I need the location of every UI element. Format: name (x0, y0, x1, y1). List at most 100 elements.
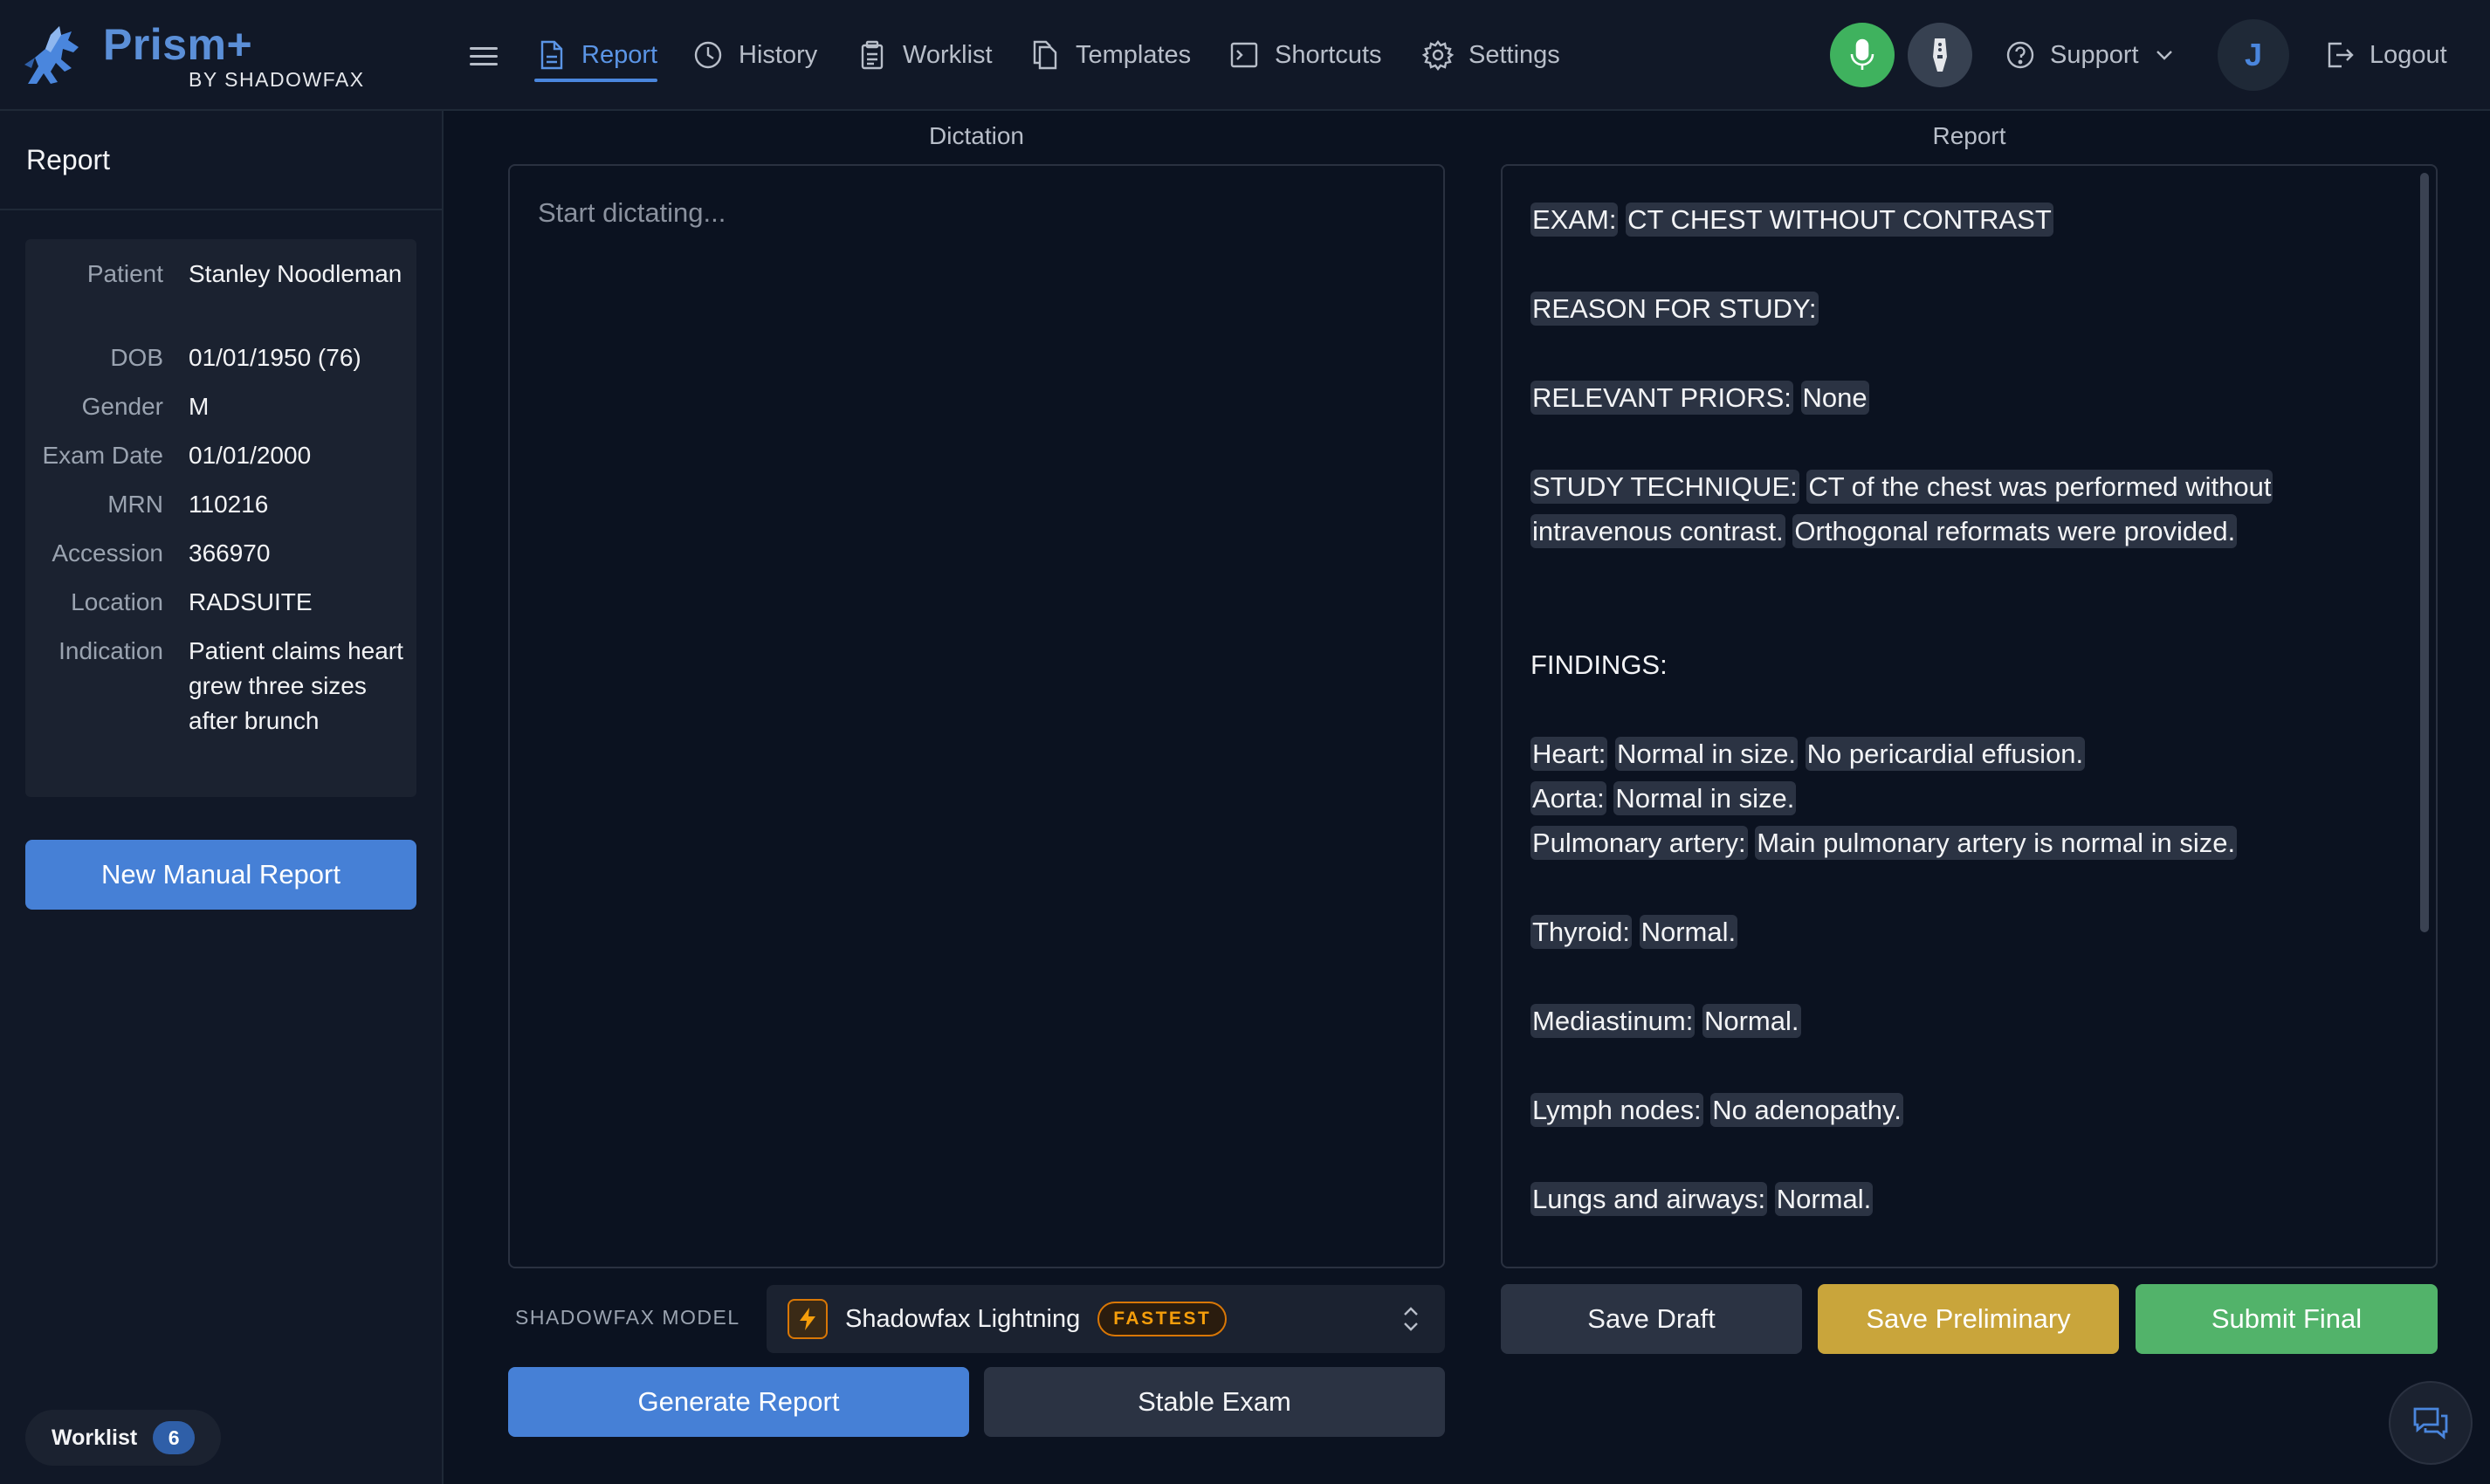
nav-worklist-label: Worklist (903, 40, 993, 69)
stable-exam-button[interactable]: Stable Exam (984, 1367, 1445, 1437)
submit-final-button[interactable]: Submit Final (2136, 1284, 2438, 1354)
report-line-exam: EXAM: CT CHEST WITHOUT CONTRAST (1530, 197, 2404, 242)
report-line-reason: REASON FOR STUDY: (1530, 286, 2404, 331)
aorta-value[interactable]: Normal in size. (1613, 781, 1797, 815)
report-line-lungs: Lungs and airways: Normal. (1530, 1177, 2404, 1221)
dob-value: 01/01/1950 (76) (189, 344, 361, 371)
lungs-label[interactable]: Lungs and airways: (1530, 1182, 1768, 1216)
model-select[interactable]: Shadowfax Lightning FASTEST (767, 1285, 1445, 1353)
device-button[interactable] (1908, 23, 1972, 87)
heart-value-a[interactable]: Normal in size. (1615, 737, 1799, 771)
dictation-textarea[interactable]: Start dictating... (508, 164, 1445, 1268)
menu-icon[interactable] (466, 38, 501, 73)
support-menu[interactable]: Support (2005, 31, 2176, 79)
report-scrollbar[interactable] (2420, 173, 2429, 932)
chevron-up-down-icon (1404, 1307, 1418, 1331)
technique-value-a[interactable]: CT of the chest was performed without (1806, 470, 2273, 504)
findings-label: FINDINGS: (1530, 649, 1668, 680)
report-line-thyroid: Thyroid: Normal. (1530, 910, 2404, 954)
report-line-pulmonary-artery: Pulmonary artery: Main pulmonary artery … (1530, 821, 2404, 865)
thyroid-value[interactable]: Normal. (1639, 915, 1738, 949)
clock-icon (694, 41, 722, 69)
gender-label: Gender (81, 393, 163, 420)
mediastinum-label[interactable]: Mediastinum: (1530, 1004, 1696, 1038)
indication-label: Indication (58, 637, 163, 664)
pulmonary-artery-label[interactable]: Pulmonary artery: (1530, 826, 1748, 860)
horse-logo-icon (24, 26, 79, 84)
patient-info-card: Patient Stanley Noodleman DOB 01/01/1950… (25, 239, 416, 797)
location-label: Location (71, 588, 163, 615)
save-preliminary-button[interactable]: Save Preliminary (1818, 1284, 2119, 1354)
report-line-findings: FINDINGS: (1530, 642, 2404, 687)
sidebar: Report Patient Stanley Noodleman DOB 01/… (0, 111, 444, 1484)
nav-report[interactable]: Report (534, 31, 658, 82)
nav-shortcuts[interactable]: Shortcuts (1228, 31, 1382, 79)
worklist-count-badge: 6 (153, 1421, 196, 1454)
technique-label[interactable]: STUDY TECHNIQUE: (1530, 470, 1799, 504)
dob-label: DOB (110, 344, 163, 371)
report-line-lymph-nodes: Lymph nodes: No adenopathy. (1530, 1088, 2404, 1132)
model-name: Shadowfax Lightning (845, 1304, 1081, 1333)
logout-button[interactable]: Logout (2324, 31, 2447, 79)
report-line-heart: Heart: Normal in size. No pericardial ef… (1530, 732, 2404, 776)
exam-date-label: Exam Date (42, 442, 164, 469)
chat-button[interactable] (2389, 1381, 2473, 1465)
clipboard-icon (861, 40, 884, 70)
gear-icon (1421, 40, 1455, 71)
report-line-mediastinum: Mediastinum: Normal. (1530, 999, 2404, 1043)
accession-value: 366970 (189, 539, 271, 567)
patient-value: Stanley Noodleman (189, 260, 402, 287)
nav-settings-label: Settings (1469, 40, 1560, 69)
microphone-icon (1850, 38, 1874, 70)
report-line-technique: STUDY TECHNIQUE: CT of the chest was per… (1530, 464, 2404, 509)
accession-label: Accession (52, 539, 163, 567)
help-circle-icon (2006, 41, 2034, 69)
patient-label: Patient (86, 260, 163, 287)
user-avatar[interactable]: J (2218, 19, 2289, 91)
nav-history-label: History (739, 40, 818, 69)
technique-value-c[interactable]: Orthogonal reformats were provided. (1792, 514, 2238, 548)
document-icon (540, 40, 563, 70)
save-draft-button[interactable]: Save Draft (1501, 1284, 1802, 1354)
nav-history[interactable]: History (691, 31, 817, 79)
exam-label[interactable]: EXAM: (1530, 203, 1619, 237)
reason-label[interactable]: REASON FOR STUDY: (1530, 292, 1819, 326)
lungs-value[interactable]: Normal. (1774, 1182, 1874, 1216)
priors-value[interactable]: None (1800, 381, 1869, 415)
sidebar-divider (0, 209, 442, 210)
pulmonary-artery-value[interactable]: Main pulmonary artery is normal in size. (1755, 826, 2238, 860)
location-value: RADSUITE (189, 588, 313, 615)
worklist-shortcut-label: Worklist (52, 1425, 138, 1450)
brand[interactable]: Prism+ BY SHADOWFAX (21, 19, 370, 94)
nav-templates[interactable]: Templates (1028, 31, 1191, 79)
mrn-value: 110216 (189, 491, 269, 518)
priors-label[interactable]: RELEVANT PRIORS: (1530, 381, 1793, 415)
brand-subtitle: BY SHADOWFAX (189, 68, 365, 91)
report-editor[interactable]: EXAM: CT CHEST WITHOUT CONTRAST REASON F… (1501, 164, 2438, 1268)
lymph-nodes-value[interactable]: No adenopathy. (1710, 1093, 1903, 1127)
report-content: EXAM: CT CHEST WITHOUT CONTRAST REASON F… (1530, 197, 2404, 1221)
microphone-button[interactable] (1830, 23, 1895, 87)
generate-report-button[interactable]: Generate Report (508, 1367, 969, 1437)
nav-worklist[interactable]: Worklist (856, 31, 993, 79)
technique-value-b[interactable]: intravenous contrast. (1530, 514, 1785, 548)
heart-label[interactable]: Heart: (1530, 737, 1608, 771)
report-title: Report (1932, 122, 2006, 149)
chevron-down-icon (2156, 51, 2172, 60)
nav-settings[interactable]: Settings (1421, 31, 1560, 79)
aorta-label[interactable]: Aorta: (1530, 781, 1606, 815)
exam-value[interactable]: CT CHEST WITHOUT CONTRAST (1626, 203, 2053, 237)
report-line-technique-cont: intravenous contrast. Orthogonal reforma… (1530, 509, 2404, 553)
lymph-nodes-label[interactable]: Lymph nodes: (1530, 1093, 1703, 1127)
thyroid-label[interactable]: Thyroid: (1530, 915, 1632, 949)
chat-bubbles-icon (2413, 1407, 2448, 1440)
nav-shortcuts-label: Shortcuts (1275, 40, 1382, 69)
terminal-icon (1230, 42, 1258, 68)
worklist-shortcut[interactable]: Worklist 6 (25, 1410, 222, 1466)
mediastinum-value[interactable]: Normal. (1702, 1004, 1801, 1038)
new-manual-report-button[interactable]: New Manual Report (25, 840, 416, 910)
exam-date-value: 01/01/2000 (189, 442, 312, 469)
logout-label: Logout (2370, 40, 2447, 69)
model-label: SHADOWFAX MODEL (515, 1306, 740, 1329)
heart-value-b[interactable]: No pericardial effusion. (1805, 737, 2086, 771)
